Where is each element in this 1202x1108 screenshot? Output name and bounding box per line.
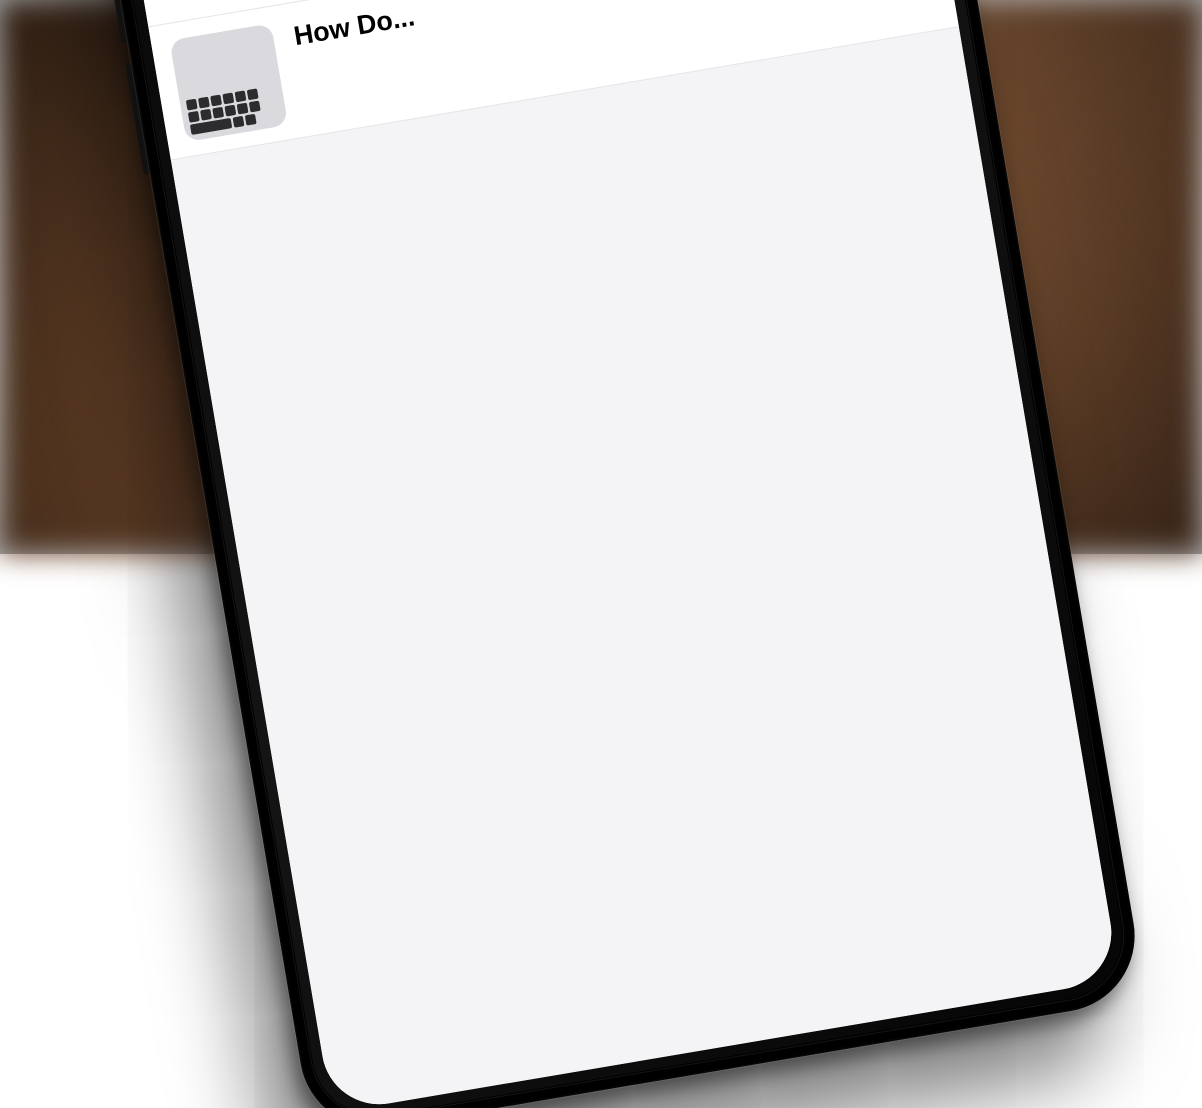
phone: 1:28 Reading List bbox=[56, 0, 1146, 1108]
safari-bookmarks-sheet: Reading List bbox=[94, 0, 1121, 1108]
list-item[interactable]: How Do... bbox=[148, 0, 959, 160]
article-thumbnail bbox=[169, 23, 288, 142]
reading-list: How to Sync Wi-Fi Passwords between Chro… bbox=[121, 0, 959, 160]
article-title: How Do... bbox=[291, 0, 926, 52]
phone-screen: 1:28 Reading List bbox=[82, 0, 1120, 1108]
